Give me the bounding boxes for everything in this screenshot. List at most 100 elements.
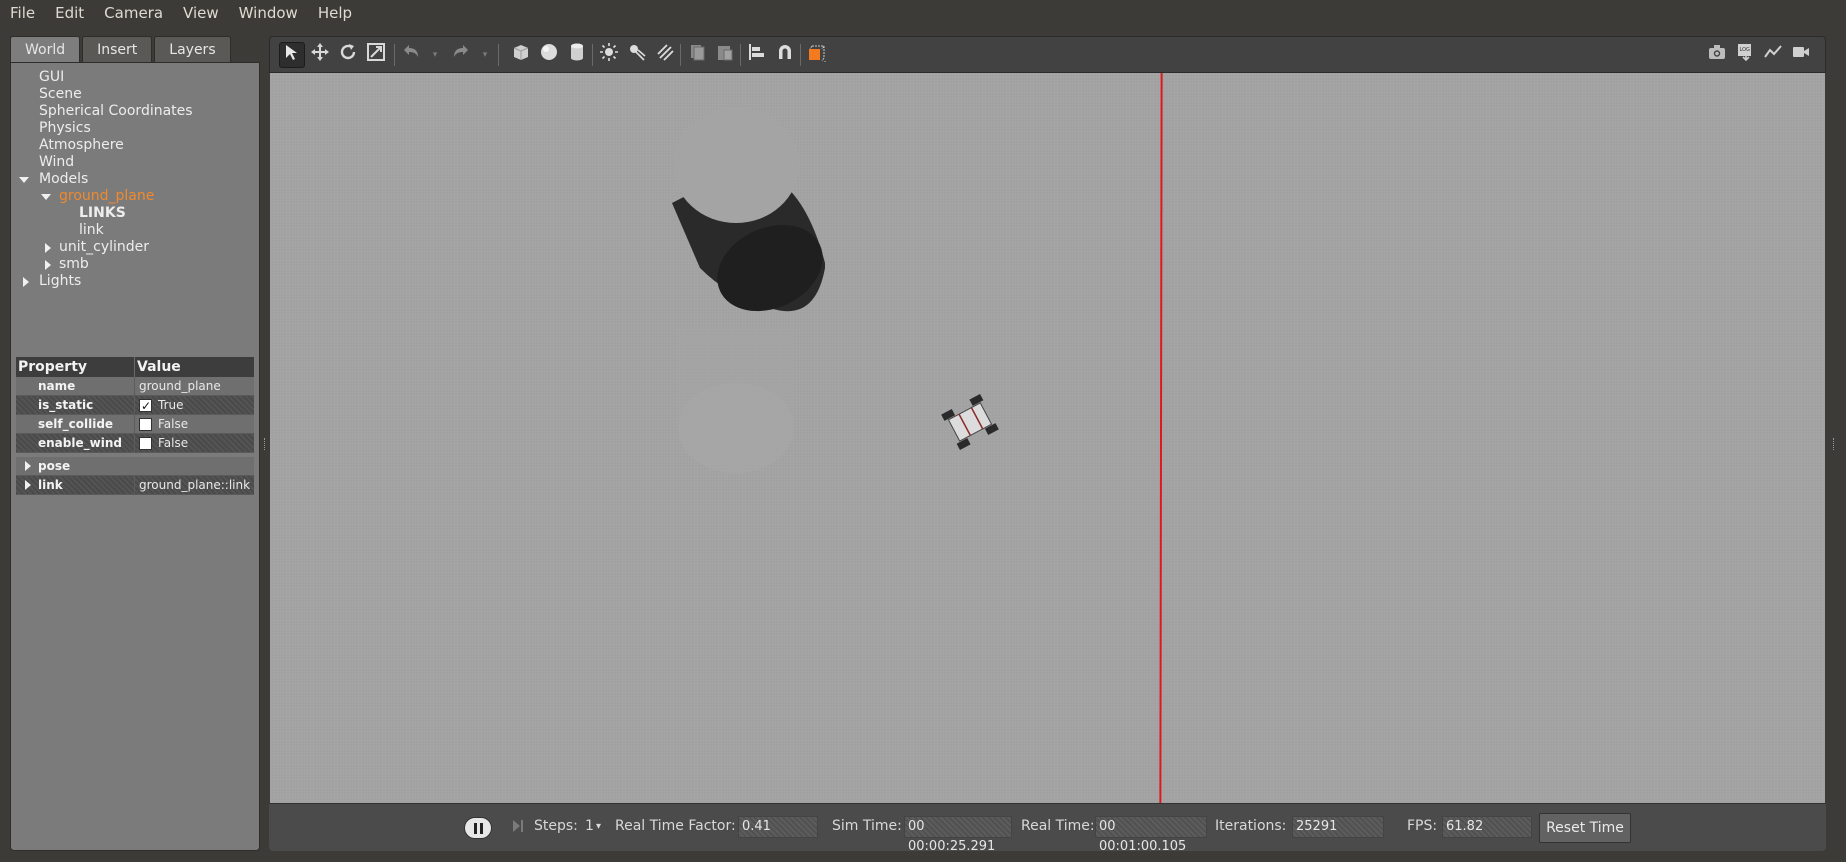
tree-item-link[interactable]: link (11, 222, 261, 239)
tree-item-label: Wind (39, 154, 75, 170)
self-collide-checkbox[interactable] (139, 417, 152, 431)
rtf-label: Real Time Factor: (615, 818, 736, 834)
toolbar-separator (740, 44, 741, 66)
cylinder-shape-icon[interactable] (564, 42, 590, 68)
menu-window[interactable]: Window (239, 4, 298, 22)
screenshot-camera-icon[interactable] (1704, 42, 1730, 68)
left-splitter-handle[interactable] (264, 438, 267, 450)
svg-text:LOG: LOG (1740, 47, 1751, 53)
tree-item-lights[interactable]: Lights (11, 273, 261, 290)
steps-label: Steps: (534, 818, 578, 834)
tree-item-scene[interactable]: Scene (11, 86, 261, 103)
status-bar: Steps: 1 ▾ Real Time Factor: 0.41 Sim Ti… (269, 803, 1826, 854)
property-group-pose[interactable]: pose (16, 457, 254, 476)
steps-dropdown-icon[interactable]: ▾ (596, 821, 601, 832)
tree-item-wind[interactable]: Wind (11, 154, 261, 171)
redo-icon[interactable] (448, 42, 474, 68)
menu-view[interactable]: View (183, 4, 219, 22)
menu-edit[interactable]: Edit (55, 4, 84, 22)
toolbar-separator (592, 44, 593, 66)
directional-light-icon[interactable] (652, 42, 678, 68)
tree-item-gui[interactable]: GUI (11, 69, 261, 86)
tree-item-smb[interactable]: smb (11, 256, 261, 273)
rotate-mode-icon[interactable] (335, 42, 361, 68)
expand-arrow-icon[interactable] (25, 480, 31, 490)
tree-item-unit-cylinder[interactable]: unit_cylinder (11, 239, 261, 256)
tree-item-label: Spherical Coordinates (39, 103, 193, 119)
menu-file[interactable]: File (10, 4, 35, 22)
expand-arrow-icon[interactable] (25, 461, 31, 471)
align-icon[interactable] (744, 42, 770, 68)
tree-item-label: link (79, 222, 104, 238)
iterations-label: Iterations: (1215, 818, 1287, 834)
scale-mode-icon[interactable] (363, 42, 389, 68)
right-splitter-handle[interactable] (1833, 438, 1836, 450)
main-area: ▾ ▾ LOG Steps: 1 ▾ Real Time Factor: 0.4… (269, 36, 1826, 854)
translate-mode-icon[interactable] (307, 42, 333, 68)
tab-insert[interactable]: Insert (82, 36, 153, 62)
snap-magnet-icon[interactable] (772, 42, 798, 68)
steps-value[interactable]: 1 (585, 818, 594, 834)
is-static-checkbox[interactable] (139, 397, 152, 416)
plot-chart-icon[interactable] (1760, 42, 1786, 68)
property-value: True (158, 397, 184, 412)
paste-icon[interactable] (712, 42, 738, 68)
reset-time-button[interactable]: Reset Time (1539, 813, 1631, 843)
3d-viewport[interactable] (270, 73, 1825, 803)
box-shape-icon[interactable] (508, 42, 534, 68)
tree-item-physics[interactable]: Physics (11, 120, 261, 137)
enable-wind-checkbox[interactable] (139, 436, 152, 450)
tree-item-atmosphere[interactable]: Atmosphere (11, 137, 261, 154)
property-value: False (158, 416, 189, 431)
select-mode-icon[interactable] (279, 42, 305, 68)
pause-button[interactable] (464, 817, 492, 839)
tree-item-label: Atmosphere (39, 137, 124, 153)
tree-item-label: ground_plane (59, 188, 155, 204)
property-table: Property Value name ground_plane is_stat… (16, 357, 254, 495)
undo-icon[interactable] (398, 42, 424, 68)
video-record-icon[interactable] (1788, 42, 1814, 68)
log-record-icon[interactable]: LOG (1732, 42, 1758, 68)
tab-world[interactable]: World (10, 36, 81, 62)
point-light-icon[interactable] (596, 42, 622, 68)
tab-layers[interactable]: Layers (154, 36, 231, 62)
redo-dropdown-icon[interactable]: ▾ (472, 42, 498, 68)
property-row-name[interactable]: name ground_plane (16, 377, 254, 396)
real-time-value: 00 00:01:00.105 (1095, 816, 1207, 854)
sim-time-label: Sim Time: (832, 818, 902, 834)
toolbar-separator (800, 44, 801, 66)
toolbar: ▾ ▾ LOG (269, 36, 1826, 73)
tree-item-label: Lights (39, 273, 82, 289)
tree-item-spherical-coordinates[interactable]: Spherical Coordinates (11, 103, 261, 120)
toolbar-separator (394, 44, 395, 66)
spot-light-icon[interactable] (624, 42, 650, 68)
toolbar-separator (680, 44, 681, 66)
step-icon[interactable] (511, 819, 525, 837)
menu-help[interactable]: Help (318, 4, 352, 22)
collapse-arrow-icon[interactable] (45, 243, 51, 253)
property-row-enable-wind[interactable]: enable_wind False (16, 434, 254, 453)
property-row-self-collide[interactable]: self_collide False (16, 415, 254, 434)
menu-camera[interactable]: Camera (104, 4, 163, 22)
property-row-is-static[interactable]: is_static True (16, 396, 254, 416)
collapse-arrow-icon[interactable] (23, 277, 29, 287)
sphere-shape-icon[interactable] (536, 42, 562, 68)
expand-arrow-icon[interactable] (41, 194, 51, 200)
toolbar-separator (498, 44, 499, 66)
tree-item-label: Physics (39, 120, 91, 136)
menu-bar: File Edit Camera View Window Help (0, 0, 1846, 26)
tree-item-label: Scene (39, 86, 82, 102)
property-key: self_collide (16, 415, 135, 433)
value-column-header: Value (137, 359, 181, 375)
property-group-link[interactable]: link ground_plane::link (16, 476, 254, 495)
expand-arrow-icon[interactable] (19, 177, 29, 183)
copy-icon[interactable] (684, 42, 710, 68)
world-tree: GUI Scene Spherical Coordinates Physics … (11, 69, 261, 290)
tree-item-label: unit_cylinder (59, 239, 150, 255)
collapse-arrow-icon[interactable] (45, 260, 51, 270)
property-key: name (16, 377, 135, 395)
tree-item-models[interactable]: Models (11, 171, 261, 188)
undo-dropdown-icon[interactable]: ▾ (422, 42, 448, 68)
view-angle-icon[interactable] (804, 42, 830, 68)
tree-item-ground-plane[interactable]: ground_plane (11, 188, 261, 205)
